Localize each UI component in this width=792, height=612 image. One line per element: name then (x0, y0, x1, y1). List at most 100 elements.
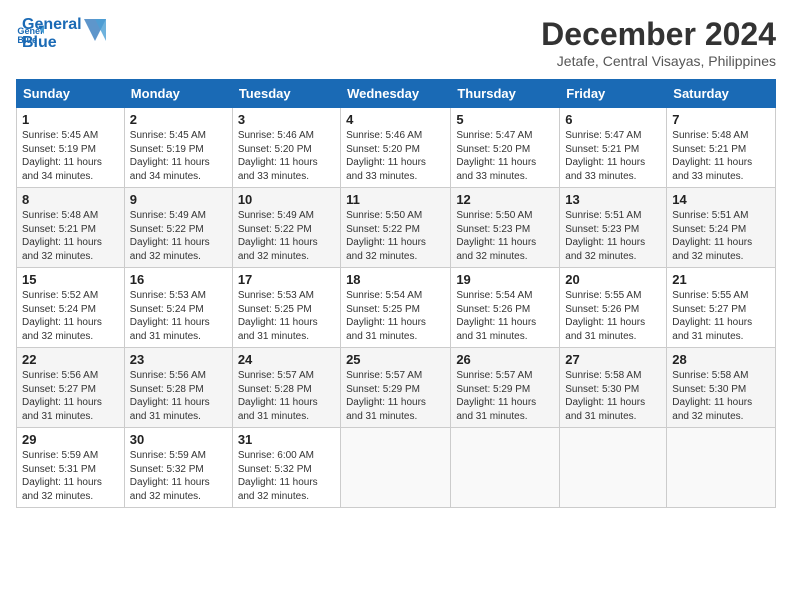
day-detail: Sunrise: 5:53 AMSunset: 5:25 PMDaylight:… (238, 289, 335, 343)
location-title: Jetafe, Central Visayas, Philippines (541, 53, 776, 69)
day-detail: Sunrise: 5:58 AMSunset: 5:30 PMDaylight:… (672, 369, 770, 423)
day-detail: Sunrise: 5:49 AMSunset: 5:22 PMDaylight:… (238, 209, 335, 263)
day-number: 14 (672, 192, 770, 207)
calendar-day-cell: 11 Sunrise: 5:50 AMSunset: 5:22 PMDayligh… (341, 188, 451, 268)
calendar-day-cell: 14 Sunrise: 5:51 AMSunset: 5:24 PMDayligh… (667, 188, 776, 268)
day-number: 16 (130, 272, 227, 287)
day-number: 9 (130, 192, 227, 207)
day-number: 30 (130, 432, 227, 447)
day-detail: Sunrise: 5:50 AMSunset: 5:22 PMDaylight:… (346, 209, 445, 263)
day-detail: Sunrise: 5:46 AMSunset: 5:20 PMDaylight:… (238, 129, 335, 183)
day-number: 12 (456, 192, 554, 207)
day-number: 10 (238, 192, 335, 207)
logo-arrow-icon (84, 19, 106, 41)
day-detail: Sunrise: 5:47 AMSunset: 5:21 PMDaylight:… (565, 129, 661, 183)
day-number: 27 (565, 352, 661, 367)
day-detail: Sunrise: 5:57 AMSunset: 5:29 PMDaylight:… (456, 369, 554, 423)
column-header-saturday: Saturday (667, 80, 776, 108)
column-header-friday: Friday (560, 80, 667, 108)
day-number: 23 (130, 352, 227, 367)
calendar-day-cell: 16 Sunrise: 5:53 AMSunset: 5:24 PMDayligh… (124, 268, 232, 348)
column-header-thursday: Thursday (451, 80, 560, 108)
calendar-day-cell: 26 Sunrise: 5:57 AMSunset: 5:29 PMDayligh… (451, 348, 560, 428)
column-header-sunday: Sunday (17, 80, 125, 108)
day-number: 26 (456, 352, 554, 367)
calendar-day-cell: 15Sunrise: 5:52 AMSunset: 5:24 PMDayligh… (17, 268, 125, 348)
day-detail: Sunrise: 5:55 AMSunset: 5:27 PMDaylight:… (672, 289, 770, 343)
day-number: 31 (238, 432, 335, 447)
day-detail: Sunrise: 5:53 AMSunset: 5:24 PMDaylight:… (130, 289, 227, 343)
calendar-week-row: 1 Sunrise: 5:45 AMSunset: 5:19 PMDaylight… (17, 108, 776, 188)
logo: General Blue General Blue (16, 16, 106, 52)
calendar-day-cell: 28 Sunrise: 5:58 AMSunset: 5:30 PMDayligh… (667, 348, 776, 428)
calendar-day-cell: 23 Sunrise: 5:56 AMSunset: 5:28 PMDayligh… (124, 348, 232, 428)
day-number: 25 (346, 352, 445, 367)
calendar-day-cell: 7 Sunrise: 5:48 AMSunset: 5:21 PMDaylight… (667, 108, 776, 188)
day-number: 8 (22, 192, 119, 207)
day-detail: Sunrise: 5:50 AMSunset: 5:23 PMDaylight:… (456, 209, 554, 263)
column-header-tuesday: Tuesday (232, 80, 340, 108)
day-detail: Sunrise: 5:46 AMSunset: 5:20 PMDaylight:… (346, 129, 445, 183)
day-detail: Sunrise: 5:54 AMSunset: 5:25 PMDaylight:… (346, 289, 445, 343)
day-number: 17 (238, 272, 335, 287)
calendar-day-cell: 8 Sunrise: 5:48 AMSunset: 5:21 PMDaylight… (17, 188, 125, 268)
day-detail: Sunrise: 5:54 AMSunset: 5:26 PMDaylight:… (456, 289, 554, 343)
day-number: 1 (22, 112, 119, 127)
empty-cell (341, 428, 451, 508)
month-title: December 2024 (541, 16, 776, 53)
calendar-day-cell: 19 Sunrise: 5:54 AMSunset: 5:26 PMDayligh… (451, 268, 560, 348)
calendar-day-cell: 1Sunrise: 5:45 AMSunset: 5:19 PMDaylight… (17, 108, 125, 188)
calendar-table: SundayMondayTuesdayWednesdayThursdayFrid… (16, 79, 776, 508)
calendar-week-row: 22Sunrise: 5:56 AMSunset: 5:27 PMDayligh… (17, 348, 776, 428)
calendar-day-cell: 13Sunrise: 5:51 AMSunset: 5:23 PMDayligh… (560, 188, 667, 268)
day-detail: Sunrise: 5:59 AMSunset: 5:32 PMDaylight:… (130, 449, 227, 503)
day-detail: Sunrise: 5:51 AMSunset: 5:23 PMDaylight:… (565, 209, 661, 263)
calendar-day-cell: 10 Sunrise: 5:49 AMSunset: 5:22 PMDayligh… (232, 188, 340, 268)
calendar-day-cell: 6Sunrise: 5:47 AMSunset: 5:21 PMDaylight… (560, 108, 667, 188)
day-detail: Sunrise: 5:49 AMSunset: 5:22 PMDaylight:… (130, 209, 227, 263)
day-detail: Sunrise: 5:51 AMSunset: 5:24 PMDaylight:… (672, 209, 770, 263)
day-detail: Sunrise: 5:48 AMSunset: 5:21 PMDaylight:… (672, 129, 770, 183)
day-number: 21 (672, 272, 770, 287)
header: General Blue General Blue December 2024 … (16, 16, 776, 69)
calendar-day-cell: 20Sunrise: 5:55 AMSunset: 5:26 PMDayligh… (560, 268, 667, 348)
calendar-day-cell: 27Sunrise: 5:58 AMSunset: 5:30 PMDayligh… (560, 348, 667, 428)
day-number: 19 (456, 272, 554, 287)
logo-line2: Blue (22, 34, 82, 52)
calendar-header-row: SundayMondayTuesdayWednesdayThursdayFrid… (17, 80, 776, 108)
calendar-day-cell: 29 Sunrise: 5:59 AMSunset: 5:31 PMDayligh… (17, 428, 125, 508)
calendar-week-row: 29 Sunrise: 5:59 AMSunset: 5:31 PMDayligh… (17, 428, 776, 508)
calendar-day-cell: 3 Sunrise: 5:46 AMSunset: 5:20 PMDaylight… (232, 108, 340, 188)
day-number: 4 (346, 112, 445, 127)
day-detail: Sunrise: 5:56 AMSunset: 5:28 PMDaylight:… (130, 369, 227, 423)
day-number: 15 (22, 272, 119, 287)
day-detail: Sunrise: 5:48 AMSunset: 5:21 PMDaylight:… (22, 209, 119, 263)
day-number: 7 (672, 112, 770, 127)
day-number: 3 (238, 112, 335, 127)
calendar-day-cell: 17 Sunrise: 5:53 AMSunset: 5:25 PMDayligh… (232, 268, 340, 348)
title-section: December 2024 Jetafe, Central Visayas, P… (541, 16, 776, 69)
column-header-wednesday: Wednesday (341, 80, 451, 108)
calendar-day-cell: 31 Sunrise: 6:00 AMSunset: 5:32 PMDayligh… (232, 428, 340, 508)
day-number: 11 (346, 192, 445, 207)
day-detail: Sunrise: 5:57 AMSunset: 5:28 PMDaylight:… (238, 369, 335, 423)
calendar-body: 1 Sunrise: 5:45 AMSunset: 5:19 PMDaylight… (17, 108, 776, 508)
day-number: 29 (22, 432, 119, 447)
day-number: 5 (456, 112, 554, 127)
calendar-week-row: 8 Sunrise: 5:48 AMSunset: 5:21 PMDaylight… (17, 188, 776, 268)
column-header-monday: Monday (124, 80, 232, 108)
logo-line1: General (22, 16, 82, 34)
day-number: 20 (565, 272, 661, 287)
calendar-day-cell: 5 Sunrise: 5:47 AMSunset: 5:20 PMDaylight… (451, 108, 560, 188)
calendar-week-row: 15Sunrise: 5:52 AMSunset: 5:24 PMDayligh… (17, 268, 776, 348)
day-detail: Sunrise: 5:45 AMSunset: 5:19 PMDaylight:… (130, 129, 227, 183)
day-detail: Sunrise: 6:00 AMSunset: 5:32 PMDaylight:… (238, 449, 335, 503)
empty-cell (560, 428, 667, 508)
calendar-day-cell: 9 Sunrise: 5:49 AMSunset: 5:22 PMDaylight… (124, 188, 232, 268)
day-number: 28 (672, 352, 770, 367)
calendar-day-cell: 22Sunrise: 5:56 AMSunset: 5:27 PMDayligh… (17, 348, 125, 428)
day-number: 2 (130, 112, 227, 127)
day-detail: Sunrise: 5:59 AMSunset: 5:31 PMDaylight:… (22, 449, 119, 503)
day-detail: Sunrise: 5:47 AMSunset: 5:20 PMDaylight:… (456, 129, 554, 183)
day-detail: Sunrise: 5:56 AMSunset: 5:27 PMDaylight:… (22, 369, 119, 423)
